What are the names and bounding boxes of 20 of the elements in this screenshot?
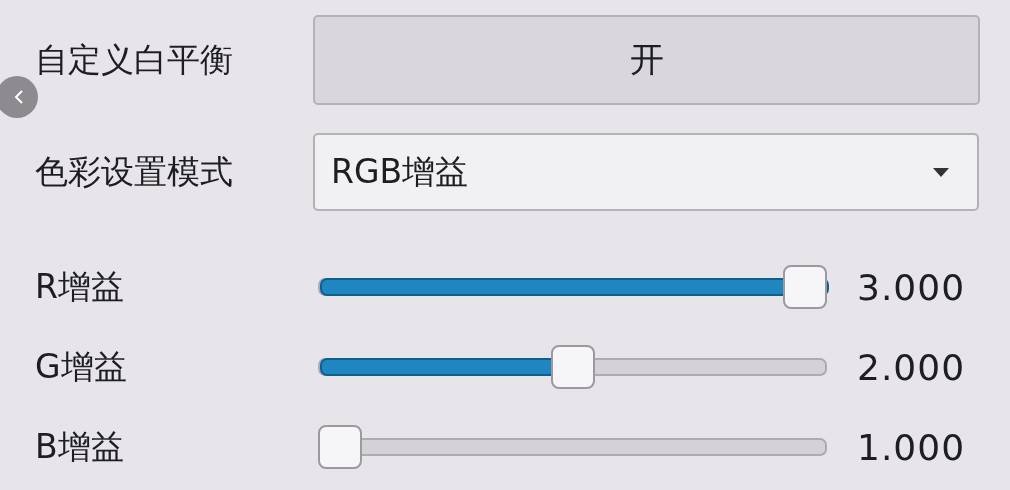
slider-value: 2.000 — [857, 346, 966, 388]
back-button[interactable] — [0, 76, 38, 118]
setting-label: 自定义白平衡 — [35, 38, 234, 81]
toggle-button[interactable]: 开 — [313, 15, 980, 105]
setting-label: R增益 — [35, 265, 125, 308]
caret-icon — [933, 167, 949, 177]
gain-slider[interactable] — [318, 265, 827, 309]
gain-slider[interactable] — [318, 425, 827, 469]
gain-slider[interactable] — [318, 345, 827, 389]
mode-dropdown[interactable]: RGB增益 — [313, 133, 979, 211]
chevron-left-icon — [13, 89, 25, 105]
slider-value: 1.000 — [857, 426, 966, 468]
setting-label: B增益 — [35, 425, 125, 468]
slider-value: 3.000 — [857, 266, 966, 308]
dropdown-value: RGB增益 — [331, 150, 469, 193]
slider-thumb[interactable] — [783, 265, 827, 309]
slider-thumb[interactable] — [318, 425, 362, 469]
setting-label: G增益 — [35, 345, 128, 388]
setting-label: 色彩设置模式 — [35, 150, 234, 193]
slider-thumb[interactable] — [550, 345, 595, 389]
